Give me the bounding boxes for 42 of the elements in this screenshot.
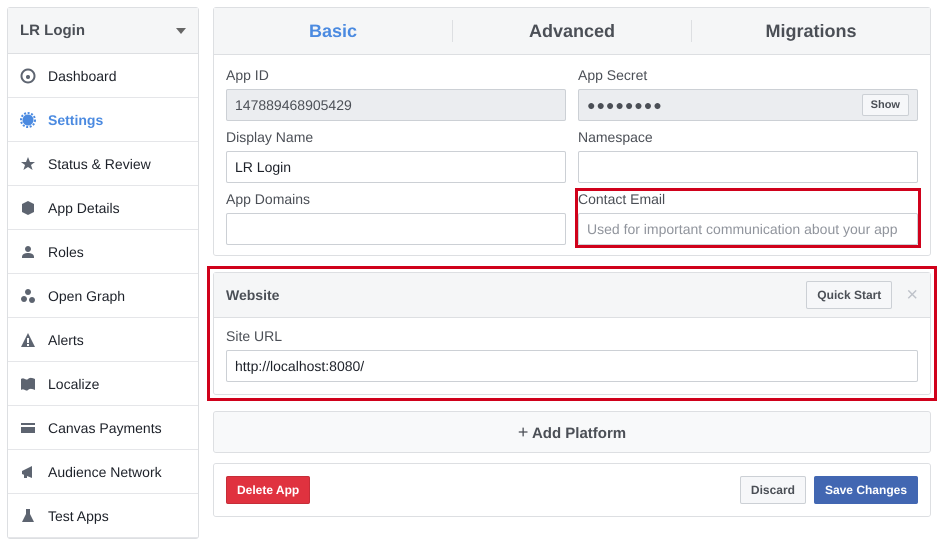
field-label: App Secret: [578, 67, 648, 83]
sidebar-item[interactable]: Dashboard: [8, 54, 198, 98]
sidebar-item[interactable]: Test Apps: [8, 494, 198, 538]
sidebar-item[interactable]: Audience Network: [8, 450, 198, 494]
input-field[interactable]: [226, 213, 566, 245]
input-field[interactable]: LR Login: [226, 151, 566, 183]
sidebar-item[interactable]: Status & Review: [8, 142, 198, 186]
tab[interactable]: Migrations: [692, 8, 930, 54]
tab[interactable]: Advanced: [453, 8, 691, 54]
cube-icon: [20, 200, 36, 216]
flask-icon: [20, 508, 36, 524]
field-label: Display Name: [226, 129, 314, 145]
sidebar-item[interactable]: App Details: [8, 186, 198, 230]
sidebar-item[interactable]: Alerts: [8, 318, 198, 362]
settings-icon: [20, 112, 36, 128]
flag-icon: [20, 376, 36, 392]
delete-button[interactable]: Delete App: [226, 476, 310, 504]
gauge-icon: [20, 68, 36, 84]
field-label: App ID: [226, 67, 270, 83]
save-button[interactable]: Save Changes: [814, 476, 918, 504]
discard-button[interactable]: Discard: [740, 476, 806, 504]
warning-icon: [20, 332, 36, 348]
input-field[interactable]: http://localhost:8080/: [226, 350, 918, 382]
quick-start-button[interactable]: Quick Start: [806, 281, 892, 309]
add-platform-button[interactable]: + Add Platform: [213, 411, 931, 453]
person-icon: [20, 244, 36, 260]
caret-icon: [176, 28, 186, 34]
input-field[interactable]: [578, 151, 918, 183]
field-value: ●●●●●●●●: [587, 97, 664, 113]
sidebar-item[interactable]: Open Graph: [8, 274, 198, 318]
sidebar-item[interactable]: Localize: [8, 362, 198, 406]
field-label: Namespace: [578, 129, 654, 145]
field-label: Contact Email: [578, 191, 666, 207]
sidebar-item[interactable]: Canvas Payments: [8, 406, 198, 450]
platform-title: Website: [226, 287, 280, 303]
star-icon: [20, 156, 36, 172]
field-label: Site URL: [226, 328, 284, 344]
input-field[interactable]: Used for important communication about your app: [578, 213, 918, 245]
sidebar-item[interactable]: Roles: [8, 230, 198, 274]
field-label: App Domains: [226, 191, 312, 207]
nodes-icon: [20, 288, 36, 304]
app-selector[interactable]: LR Login: [8, 8, 198, 54]
